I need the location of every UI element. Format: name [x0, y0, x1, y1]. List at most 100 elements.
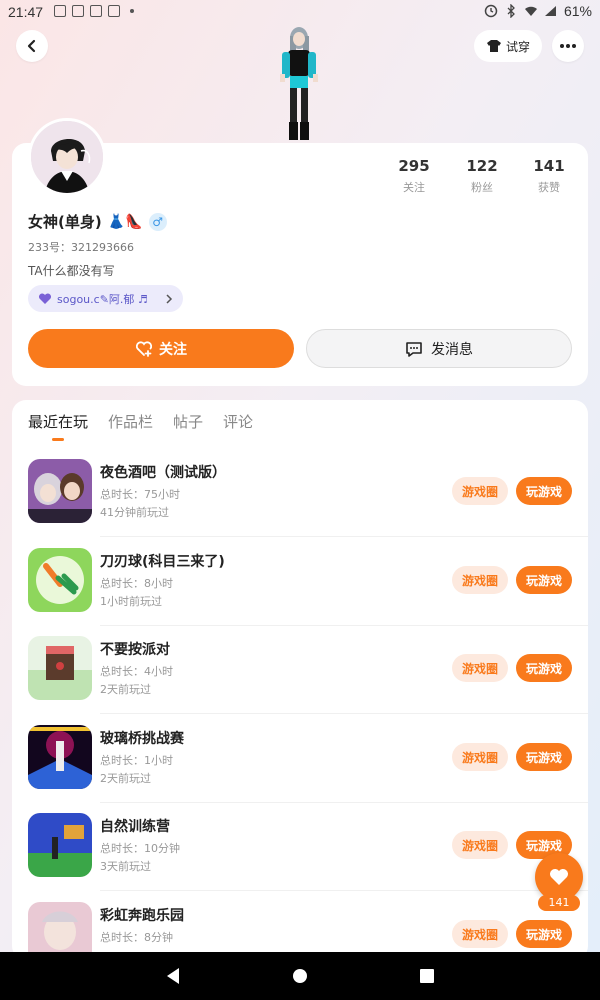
stat-label: 关注	[403, 181, 425, 194]
stat-label: 粉丝	[471, 181, 493, 194]
game-duration: 总时长：4小时	[100, 665, 173, 678]
game-title: 自然训练营	[100, 819, 170, 835]
game-title: 夜色酒吧（测试版）	[100, 465, 226, 481]
game-thumbnail	[28, 636, 92, 700]
game-last-played: 1小时前玩过	[100, 595, 162, 608]
game-title: 刀刃球(科目三来了)	[100, 554, 225, 570]
stat-value: 141	[533, 157, 565, 175]
notification-icon	[54, 5, 66, 17]
game-circle-button[interactable]: 游戏圈	[452, 566, 508, 594]
game-circle-button[interactable]: 游戏圈	[452, 477, 508, 505]
game-circle-button[interactable]: 游戏圈	[452, 743, 508, 771]
wifi-icon	[524, 6, 537, 16]
music-tag-label: sogou.c✎阿.郁 ♬	[57, 292, 148, 306]
heart-icon	[550, 869, 568, 885]
stat-value: 295	[398, 157, 430, 175]
list-item[interactable]: 夜色酒吧（测试版） 总时长：75小时 41分钟前玩过 游戏圈 玩游戏	[28, 459, 588, 547]
bluetooth-icon	[507, 4, 515, 18]
divider	[100, 536, 588, 537]
game-last-played: 2天前玩过	[100, 772, 151, 785]
follow-button[interactable]: 关注	[28, 329, 294, 368]
nav-home-icon[interactable]	[292, 968, 308, 984]
game-duration: 总时长：1小时	[100, 754, 173, 767]
back-arrow-icon	[27, 39, 36, 53]
tab-works[interactable]: 作品栏	[108, 411, 153, 432]
send-message-button[interactable]: 发消息	[306, 329, 572, 368]
notification-icons	[54, 5, 134, 17]
send-message-label: 发消息	[431, 341, 473, 358]
active-tab-indicator	[52, 438, 64, 441]
name-emoji: 👗👠	[107, 213, 143, 230]
more-options-button[interactable]	[552, 30, 584, 62]
game-duration: 总时长：10分钟	[100, 842, 180, 855]
alarm-icon	[484, 4, 498, 18]
male-gender-icon: ♂	[148, 212, 167, 231]
tshirt-icon	[486, 40, 501, 52]
profile-name-row: 女神(单身) 👗👠 ♂	[28, 211, 167, 232]
divider	[100, 713, 588, 714]
tab-recently-played[interactable]: 最近在玩	[28, 411, 88, 432]
nav-recents-icon[interactable]	[419, 968, 435, 984]
tab-posts[interactable]: 帖子	[173, 411, 203, 432]
list-item[interactable]: 玻璃桥挑战赛 总时长：1小时 2天前玩过 游戏圈 玩游戏	[28, 725, 588, 813]
system-navigation-bar	[0, 952, 600, 1000]
game-last-played: 41分钟前玩过	[100, 506, 169, 519]
list-item[interactable]: 刀刃球(科目三来了) 总时长：8小时 1小时前玩过 游戏圈 玩游戏	[28, 548, 588, 636]
notification-icon	[108, 5, 120, 17]
game-title: 不要按派对	[100, 642, 170, 658]
stat-followers[interactable]: 122 粉丝	[452, 157, 512, 195]
game-circle-button[interactable]: 游戏圈	[452, 920, 508, 948]
game-thumbnail	[28, 813, 92, 877]
nav-back-icon[interactable]	[165, 967, 181, 985]
divider	[100, 625, 588, 626]
game-title: 玻璃桥挑战赛	[100, 731, 184, 747]
tab-comments[interactable]: 评论	[223, 411, 253, 432]
play-game-button[interactable]: 玩游戏	[516, 743, 572, 771]
game-title: 彩虹奔跑乐园	[100, 908, 184, 924]
notification-icon	[90, 5, 102, 17]
play-game-button[interactable]: 玩游戏	[516, 654, 572, 682]
stat-following[interactable]: 295 关注	[384, 157, 444, 195]
like-button[interactable]	[535, 853, 583, 901]
purple-heart-icon	[38, 292, 52, 304]
stat-likes[interactable]: 141 获赞	[519, 157, 579, 195]
profile-name: 女神(单身)	[28, 213, 102, 231]
avatar[interactable]	[28, 118, 106, 196]
follow-label: 关注	[159, 341, 187, 358]
play-game-button[interactable]: 玩游戏	[516, 477, 572, 505]
stat-value: 122	[466, 157, 498, 175]
list-item[interactable]: 彩虹奔跑乐园 总时长：8分钟 游戏圈 玩游戏	[28, 902, 588, 952]
game-circle-button[interactable]: 游戏圈	[452, 831, 508, 859]
list-item[interactable]: 自然训练营 总时长：10分钟 3天前玩过 游戏圈 玩游戏	[28, 813, 588, 901]
profile-tabs: 最近在玩 作品栏 帖子 评论	[28, 411, 253, 432]
more-notifications-icon	[130, 9, 134, 13]
system-icons: 61%	[484, 3, 592, 19]
status-bar: 21:47 61%	[0, 0, 600, 24]
character-avatar-figure[interactable]	[268, 24, 330, 144]
battery-level: 61%	[563, 3, 592, 19]
status-time: 21:47	[8, 4, 44, 20]
music-tag[interactable]: sogou.c✎阿.郁 ♬	[28, 285, 183, 312]
stat-label: 获赞	[538, 181, 560, 194]
play-game-button[interactable]: 玩游戏	[516, 920, 572, 948]
try-on-button[interactable]: 试穿	[474, 30, 542, 62]
user-id: 233号：321293666	[28, 241, 134, 254]
game-duration: 总时长：8小时	[100, 577, 173, 590]
like-count-badge: 141	[538, 895, 580, 911]
game-last-played: 3天前玩过	[100, 860, 151, 873]
user-bio: TA什么都没有写	[28, 264, 115, 278]
battery-icon	[544, 6, 556, 16]
back-button[interactable]	[16, 30, 48, 62]
play-game-button[interactable]: 玩游戏	[516, 566, 572, 594]
divider	[100, 890, 588, 891]
game-duration: 总时长：75小时	[100, 488, 180, 501]
list-item[interactable]: 不要按派对 总时长：4小时 2天前玩过 游戏圈 玩游戏	[28, 636, 588, 724]
more-dots-icon	[560, 44, 576, 48]
game-duration: 总时长：8分钟	[100, 931, 173, 944]
try-on-label: 试穿	[505, 39, 530, 54]
notification-icon	[72, 5, 84, 17]
game-circle-button[interactable]: 游戏圈	[452, 654, 508, 682]
avatar-image	[31, 121, 103, 193]
add-heart-icon	[135, 340, 153, 357]
chevron-right-icon	[166, 293, 173, 304]
